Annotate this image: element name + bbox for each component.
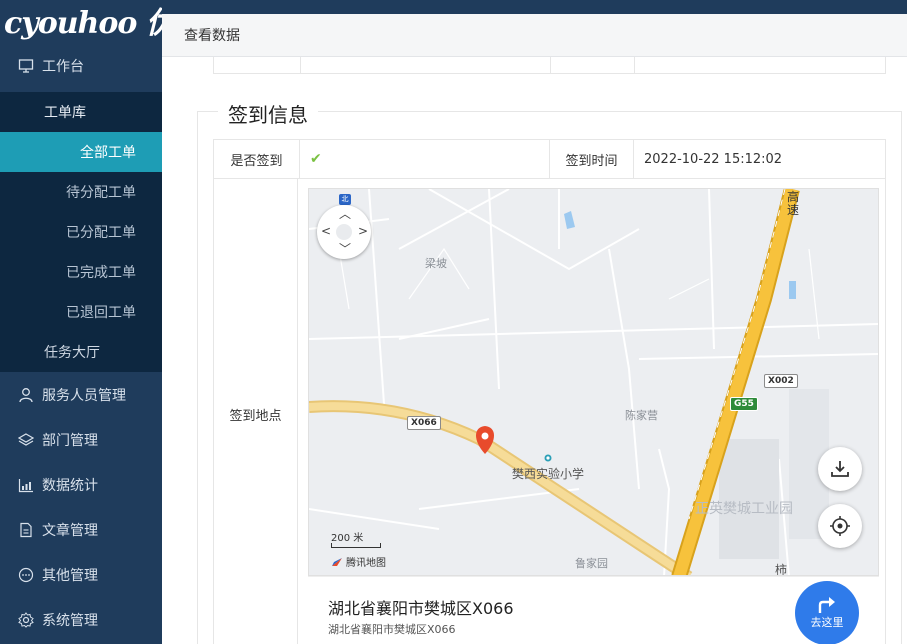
pan-up-icon[interactable]: ︿ — [339, 208, 351, 220]
map-label-industrial-park: 正英樊城工业园 — [695, 501, 793, 517]
nav-other-management[interactable]: 其他管理 — [0, 552, 162, 597]
pan-right-icon[interactable]: > — [358, 225, 368, 237]
map-provider-label: 腾讯地图 — [346, 558, 386, 569]
go-here-button[interactable]: 去这里 — [795, 581, 859, 644]
layers-icon — [18, 432, 34, 446]
checked-value: ✔ — [300, 140, 550, 178]
table-row: 是否签到 ✔ 签到时间 2022-10-22 15:12:02 — [214, 140, 885, 179]
location-label: 签到地点 — [214, 179, 298, 644]
nav-all-orders-label: 全部工单 — [80, 145, 136, 161]
nav-statistics-label: 数据统计 — [42, 477, 98, 494]
gear-icon — [18, 611, 34, 628]
nav-task-hall[interactable]: 任务大厅 — [0, 332, 162, 372]
nav-department-label: 部门管理 — [42, 432, 98, 449]
nav-task-hall-label: 任务大厅 — [44, 345, 100, 361]
user-icon — [19, 387, 33, 402]
go-here-label: 去这里 — [810, 616, 844, 629]
checked-label: 是否签到 — [214, 140, 300, 178]
road-badge-g55: G55 — [730, 397, 758, 411]
previous-table-row — [213, 57, 886, 74]
nav-department-management[interactable]: 部门管理 — [0, 417, 162, 462]
brand-logo: cyouhoo 优 — [4, 6, 162, 40]
download-button[interactable] — [818, 447, 862, 491]
nav-assigned-orders-label: 已分配工单 — [66, 225, 136, 241]
map-scale-bar — [331, 543, 381, 548]
more-circle-icon — [18, 567, 34, 582]
locate-button[interactable] — [818, 504, 862, 548]
nav-completed-orders[interactable]: 已完成工单 — [0, 252, 162, 292]
tencent-map-icon — [332, 557, 342, 566]
map-container: 梁坡 陈家营 樊西实验小学 正英樊城工业园 鲁家园 柿 高速 X066 X002… — [298, 179, 885, 644]
map-label-lujiayuan: 鲁家园 — [575, 557, 608, 570]
address-panel: 湖北省襄阳市樊城区X066 湖北省襄阳市樊城区X066 去这里 — [308, 576, 879, 644]
checkin-legend: 签到信息 — [218, 99, 318, 128]
table-divider — [634, 57, 635, 73]
nav-returned-orders[interactable]: 已退回工单 — [0, 292, 162, 332]
document-icon — [20, 522, 32, 537]
checkmark-icon: ✔ — [310, 151, 322, 167]
top-bar — [162, 0, 907, 14]
table-divider — [300, 57, 301, 73]
address-title: 湖北省襄阳市樊城区X066 — [328, 599, 514, 618]
checkin-table: 是否签到 ✔ 签到时间 2022-10-22 15:12:02 签到地点 梁坡 … — [213, 139, 886, 644]
map-view[interactable]: 梁坡 陈家营 樊西实验小学 正英樊城工业园 鲁家园 柿 高速 X066 X002… — [308, 188, 879, 576]
nav-workorder-lib[interactable]: 工单库 — [0, 92, 162, 132]
chart-icon — [18, 478, 33, 492]
pan-down-icon[interactable]: ﹀ — [339, 243, 351, 255]
nav-other-label: 其他管理 — [42, 567, 98, 584]
dialog-header: 查看数据 — [162, 14, 907, 57]
pan-center[interactable] — [336, 224, 352, 240]
nav-completed-orders-label: 已完成工单 — [66, 265, 136, 281]
locate-icon — [830, 516, 850, 536]
nav-workbench-label: 工作台 — [42, 59, 84, 75]
nav-system-label: 系统管理 — [42, 612, 98, 629]
pan-left-icon[interactable]: < — [321, 225, 331, 237]
turn-right-icon — [818, 597, 835, 613]
road-badge-x066: X066 — [407, 416, 441, 430]
nav-article-label: 文章管理 — [42, 522, 98, 539]
dialog-title: 查看数据 — [184, 28, 240, 44]
map-label-gaosu: 高速 — [787, 190, 800, 217]
nav-staff-label: 服务人员管理 — [42, 387, 126, 404]
map-label-shi: 柿 — [775, 563, 788, 576]
table-divider — [550, 57, 551, 73]
map-scale-label: 200 米 — [331, 533, 364, 544]
monitor-icon — [18, 59, 34, 73]
nav-pending-orders-label: 待分配工单 — [66, 185, 136, 201]
nav-article-management[interactable]: 文章管理 — [0, 507, 162, 552]
nav-all-orders[interactable]: 全部工单 — [0, 132, 162, 172]
address-subtitle: 湖北省襄阳市樊城区X066 — [328, 623, 456, 636]
table-row: 签到地点 梁坡 陈家营 樊西实验小学 正英樊城工业园 鲁家园 柿 高速 X066… — [214, 179, 885, 644]
pan-control[interactable]: ︿ ﹀ < > — [317, 205, 371, 259]
map-label-liangpo: 梁坡 — [425, 257, 447, 270]
nav-workorder-lib-label: 工单库 — [44, 105, 86, 121]
time-value: 2022-10-22 15:12:02 — [644, 151, 783, 167]
north-icon: 北 — [339, 194, 351, 205]
nav-workbench[interactable]: 工作台 — [0, 40, 162, 92]
sidebar: cyouhoo 优 工作台 工单库 全部工单 待分配工单 已分配工单 已完成工单… — [0, 0, 162, 644]
nav-statistics[interactable]: 数据统计 — [0, 462, 162, 507]
map-label-school: 樊西实验小学 — [512, 467, 585, 481]
dialog-content: 签到信息 是否签到 ✔ 签到时间 2022-10-22 15:12:02 签到地… — [162, 57, 907, 644]
nav-returned-orders-label: 已退回工单 — [66, 305, 136, 321]
nav-system-management[interactable]: 系统管理 — [0, 597, 162, 642]
map-label-chenjiaying: 陈家营 — [625, 409, 658, 422]
nav-staff-management[interactable]: 服务人员管理 — [0, 372, 162, 417]
time-label: 签到时间 — [550, 140, 634, 178]
map-provider: 腾讯地图 — [331, 554, 386, 569]
road-badge-x002: X002 — [764, 374, 798, 388]
download-icon — [831, 461, 849, 477]
nav-assigned-orders[interactable]: 已分配工单 — [0, 212, 162, 252]
nav-pending-orders[interactable]: 待分配工单 — [0, 172, 162, 212]
